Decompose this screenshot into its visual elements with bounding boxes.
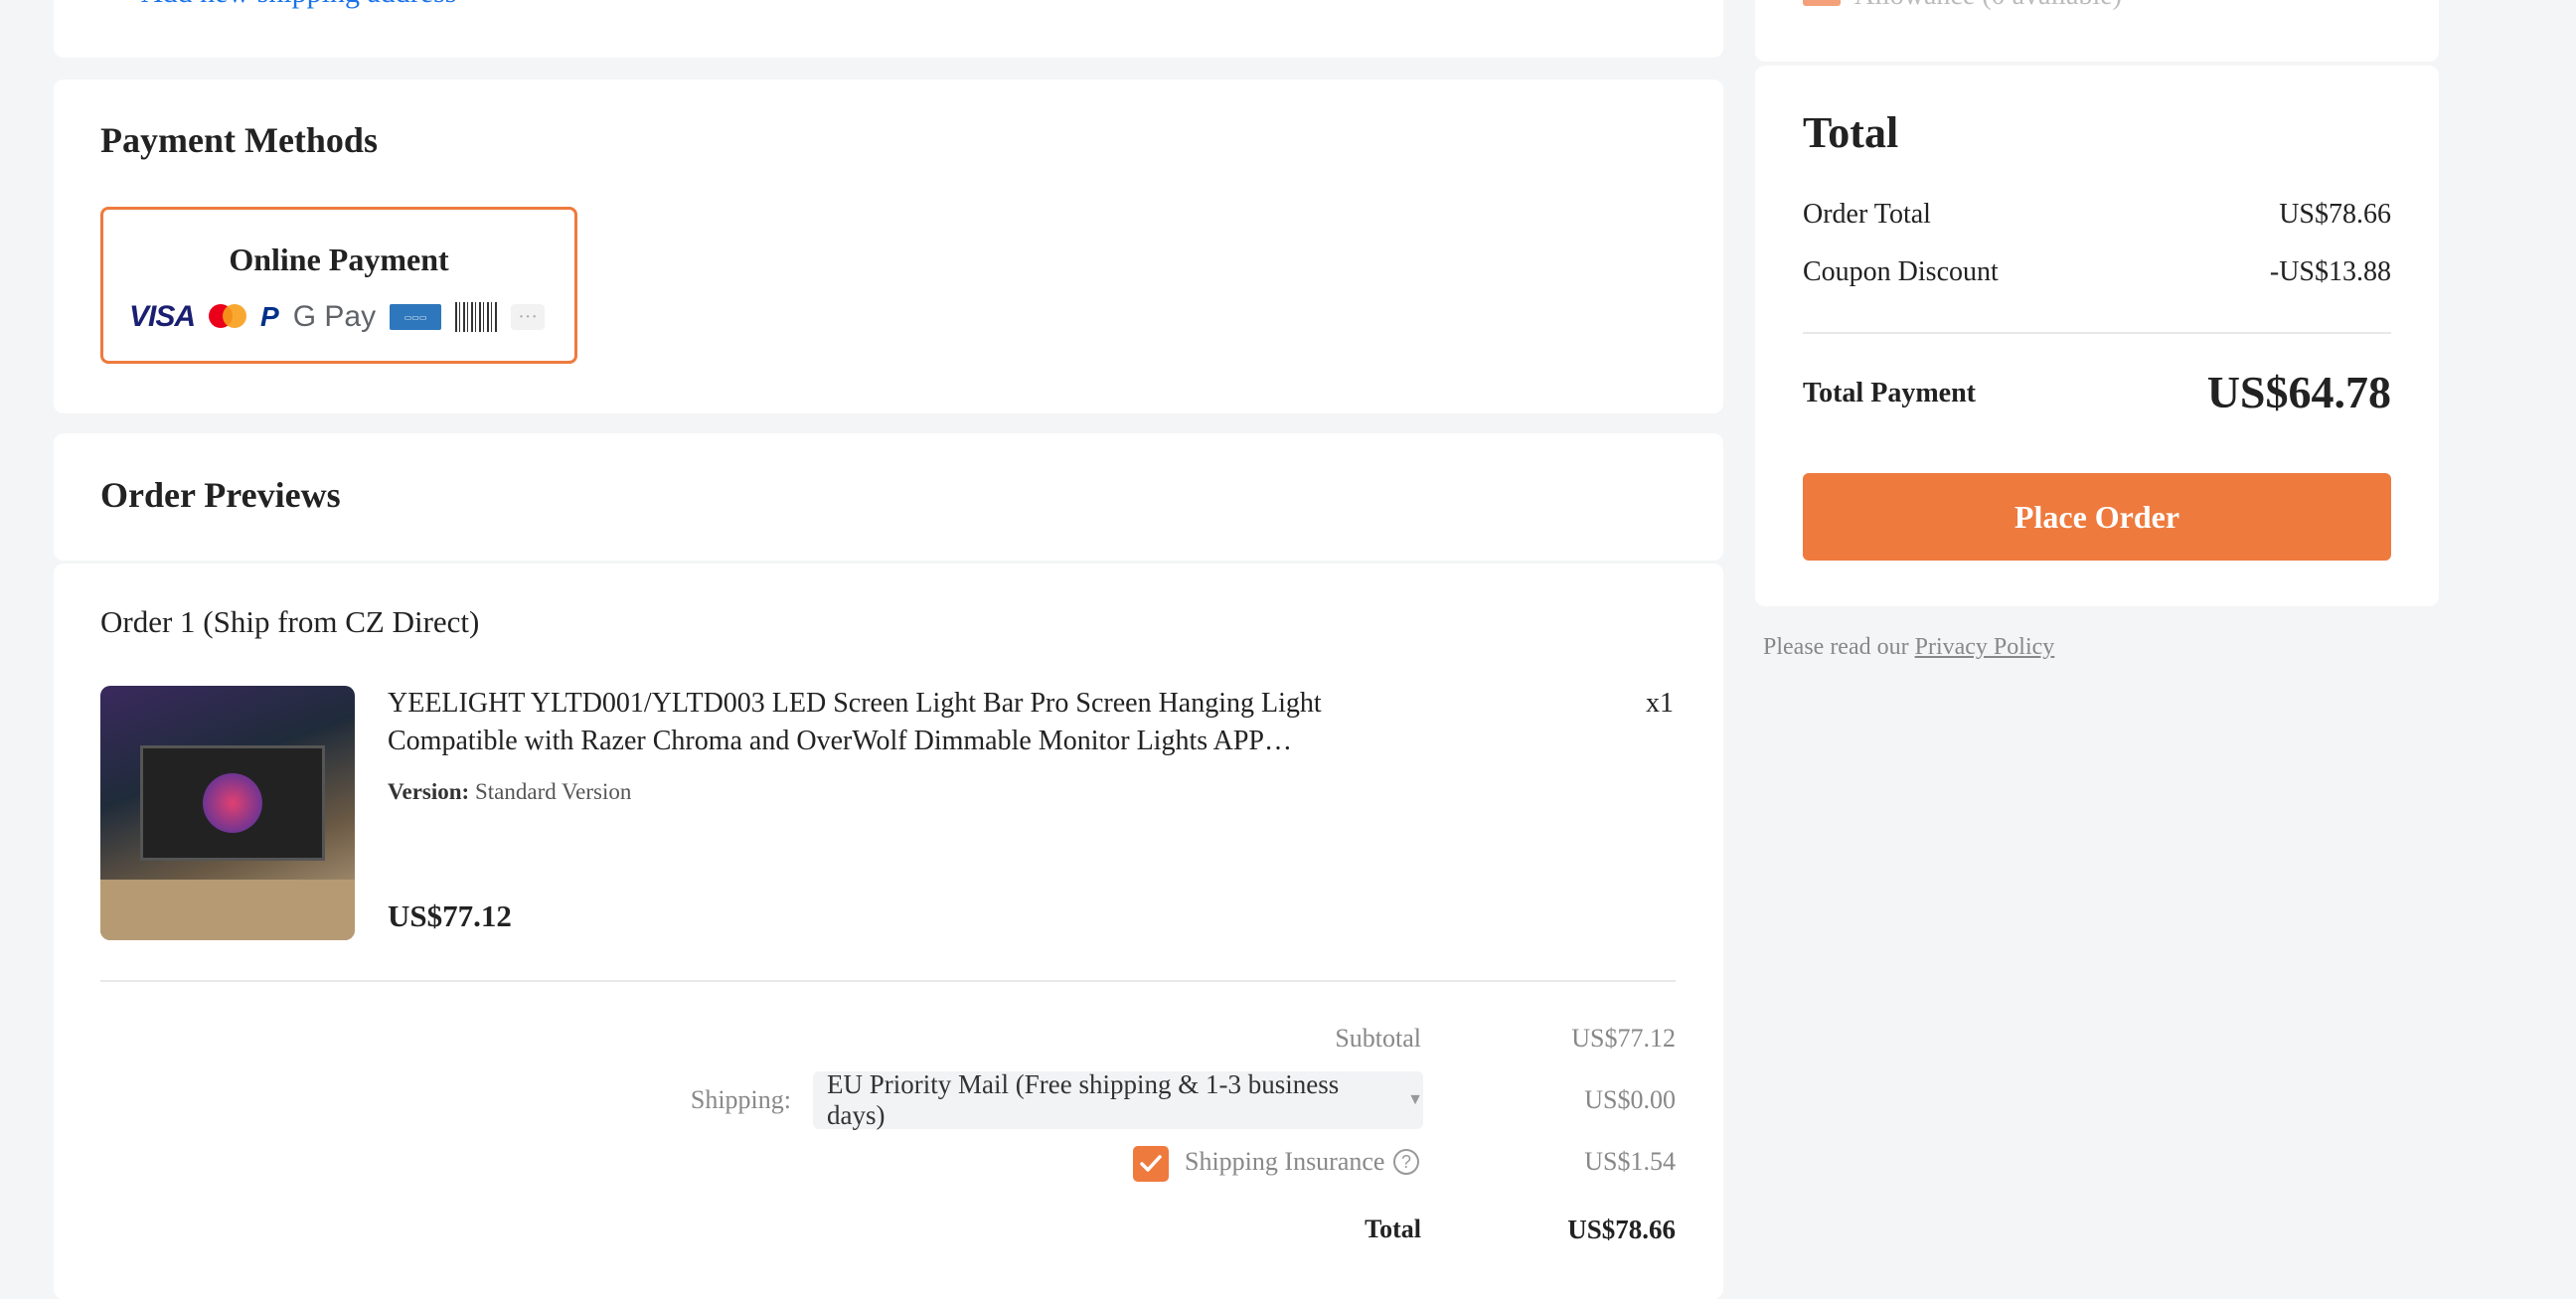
amex-icon: ▭▭▭ — [390, 304, 442, 330]
product-quantity: x1 — [1646, 688, 1674, 719]
version-value: Standard Version — [474, 779, 632, 804]
product-price: US$77.12 — [388, 898, 512, 933]
product-version: Version: Standard Version — [388, 779, 631, 805]
insurance-checkbox[interactable] — [1133, 1146, 1169, 1182]
version-label: Version: — [388, 779, 470, 804]
subtotal-label: Subtotal — [1335, 1024, 1421, 1053]
order-total-label: Total — [1365, 1215, 1421, 1243]
total-payment-label: Total Payment — [1803, 378, 1976, 408]
help-icon[interactable]: ? — [1393, 1149, 1419, 1175]
check-icon — [1140, 1155, 1162, 1172]
allowance-icon — [1803, 0, 1841, 6]
allowance-text[interactable]: Allowance (0 available) — [1854, 0, 2122, 12]
online-payment-option[interactable]: Online Payment VISA P G Pay ▭▭▭ ··· — [100, 207, 577, 364]
coupon-discount-label: Coupon Discount — [1803, 256, 1999, 287]
visa-icon: VISA — [129, 300, 196, 333]
payment-icons: VISA P G Pay ▭▭▭ ··· — [129, 299, 546, 335]
boleto-icon — [455, 302, 498, 332]
product-title-line2[interactable]: Compatible with Razer Chroma and OverWol… — [388, 726, 1292, 757]
chevron-down-icon: ▼ — [1407, 1091, 1423, 1108]
mastercard-icon — [209, 304, 247, 330]
insurance-value: US$1.54 — [1584, 1147, 1676, 1176]
shipping-option-text: EU Priority Mail (Free shipping & 1-3 bu… — [827, 1069, 1340, 1130]
google-pay-icon: G Pay — [292, 300, 377, 333]
add-icon: + — [117, 0, 134, 10]
product-image[interactable] — [100, 686, 355, 940]
order-previews-heading: Order Previews — [100, 475, 341, 515]
product-title-line1[interactable]: YEELIGHT YLTD001/YLTD003 LED Screen Ligh… — [388, 688, 1322, 720]
shipping-value: US$0.00 — [1584, 1085, 1676, 1114]
total-divider — [1803, 332, 2391, 334]
screen-art — [203, 773, 262, 833]
subtotal-value: US$77.12 — [1571, 1024, 1676, 1053]
desk-shape — [100, 880, 355, 940]
privacy-policy-link[interactable]: Privacy Policy — [1915, 634, 2055, 660]
monitor-shape — [140, 745, 325, 861]
more-icon: ··· — [511, 304, 546, 330]
privacy-prefix: Please read our — [1763, 634, 1909, 660]
order-divider — [100, 980, 1676, 982]
total-payment-value: US$64.78 — [2206, 367, 2391, 417]
order-title: Order 1 (Ship from CZ Direct) — [100, 604, 480, 639]
paypal-icon: P — [260, 301, 279, 332]
add-address-link[interactable]: Add new shipping address — [141, 0, 456, 10]
shipping-method-select[interactable]: EU Priority Mail (Free shipping & 1-3 bu… — [813, 1069, 1423, 1130]
order-total-summary-label: Order Total — [1803, 199, 1931, 230]
online-payment-title: Online Payment — [229, 242, 449, 277]
privacy-notice: Please read our Privacy Policy — [1763, 634, 2054, 661]
payment-methods-heading: Payment Methods — [100, 120, 378, 160]
order-total-value: US$78.66 — [1567, 1215, 1676, 1244]
total-heading: Total — [1803, 108, 1899, 157]
insurance-label: Shipping Insurance — [1185, 1147, 1385, 1176]
coupon-discount-value: -US$13.88 — [2269, 256, 2391, 287]
place-order-button[interactable]: Place Order — [1803, 473, 2391, 561]
shipping-label: Shipping: — [690, 1085, 791, 1114]
order-total-summary-value: US$78.66 — [2279, 199, 2391, 230]
